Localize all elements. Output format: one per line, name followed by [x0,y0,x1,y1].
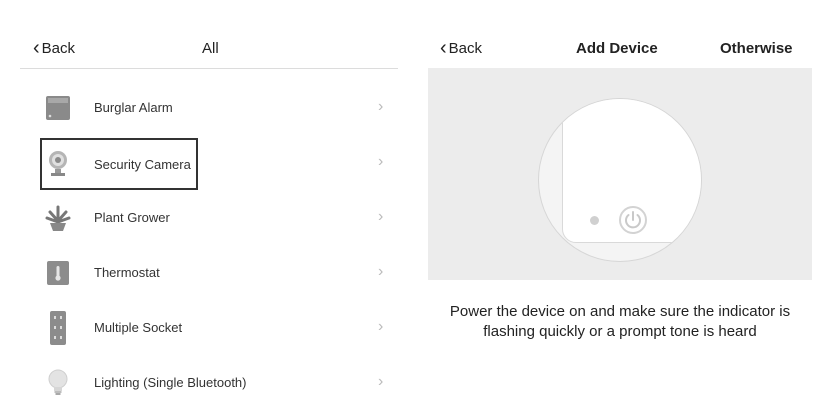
chevron-right-icon: › [378,373,384,390]
list-item-thermostat[interactable]: Thermostat › [40,250,390,296]
light-bulb-icon [48,369,68,395]
list-item-security-camera[interactable]: Security Camera [40,138,198,190]
list-item-plant-grower[interactable]: Plant Grower › [40,195,390,241]
back-label: Back [448,40,483,57]
page-title: All [202,40,219,57]
chevron-left-icon: ‹ [33,36,40,59]
chevron-right-icon: › [378,263,384,280]
list-item-multiple-socket[interactable]: Multiple Socket › [40,305,390,351]
device-category-screen: ‹ Back All Burglar Alarm › Security Came… [0,0,410,419]
nav-bar: ‹ Back All [0,28,410,68]
camera-icon [49,151,67,176]
indicator-light [590,216,599,225]
power-strip-icon [50,311,66,345]
plant-icon [45,205,71,231]
nav-bar: ‹ Back Add Device Otherwise [416,28,826,68]
back-label: Back [41,40,76,57]
chevron-right-icon: › [378,153,384,170]
page-title: Add Device [576,40,658,57]
chevron-right-icon: › [378,98,384,115]
chevron-left-icon: ‹ [440,36,447,59]
item-label: Thermostat [94,265,160,280]
device-illustration-panel [428,68,812,280]
item-label: Security Camera [94,157,191,172]
add-device-screen: ‹ Back Add Device Otherwise Power the de… [416,0,826,419]
alarm-panel-icon [46,96,70,120]
power-icon [619,206,647,234]
otherwise-button[interactable]: Otherwise [720,40,793,57]
instruction-text: Power the device on and make sure the in… [449,303,791,340]
chevron-right-icon: › [378,318,384,335]
list-item-burglar-alarm[interactable]: Burglar Alarm › [40,85,390,131]
back-button[interactable]: ‹ Back [33,36,76,59]
item-label: Burglar Alarm [94,100,173,115]
chevron-right-icon: › [378,208,384,225]
divider [20,68,398,69]
item-label: Multiple Socket [94,320,183,335]
item-label: Plant Grower [94,210,170,225]
item-label: Lighting (Single Bluetooth) [94,375,247,390]
thermostat-icon [47,261,69,285]
device-illustration [538,98,702,262]
back-button[interactable]: ‹ Back [440,36,483,59]
list-item-lighting[interactable]: Lighting (Single Bluetooth) › [40,360,390,406]
